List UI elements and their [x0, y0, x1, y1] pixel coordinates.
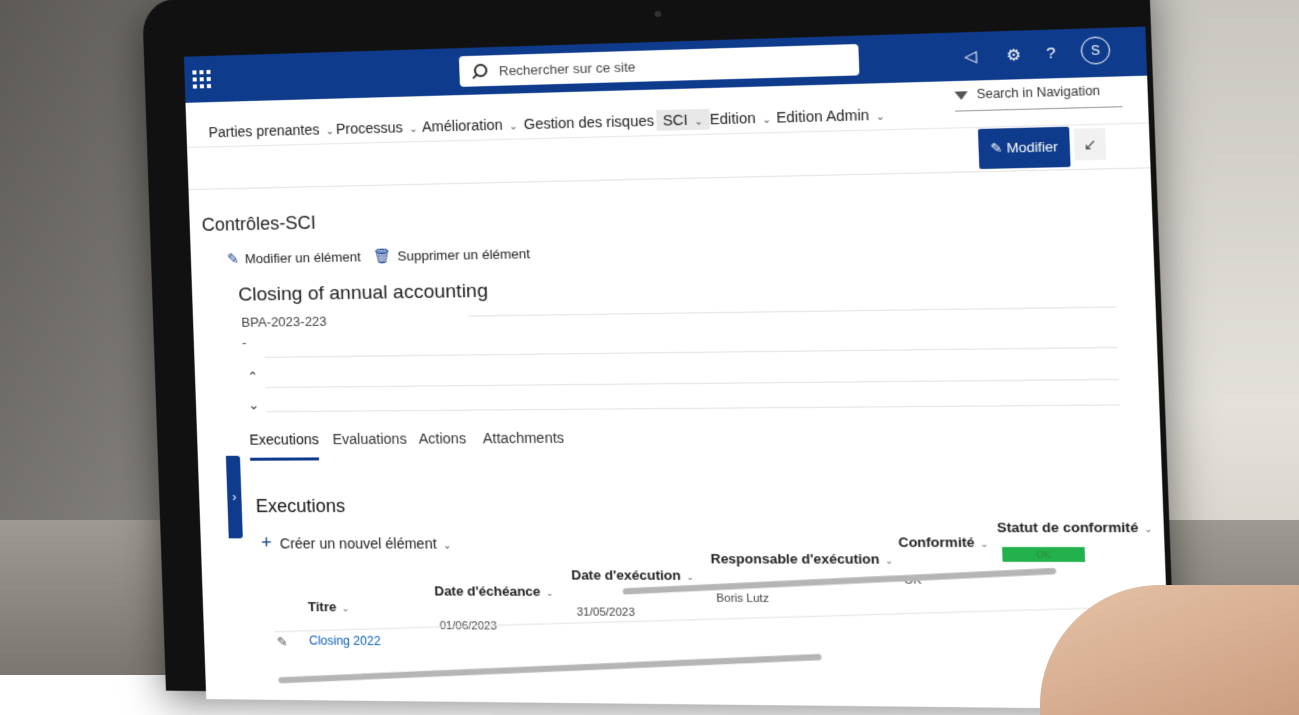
column-header-date-echeance[interactable]: Date d'échéance ⌄ [434, 583, 554, 599]
edit-row-icon[interactable]: ✎ [276, 634, 288, 650]
horizontal-scrollbar[interactable] [278, 653, 822, 684]
help-icon[interactable]: ? [1046, 44, 1056, 62]
header-divider [188, 167, 1151, 191]
filter-icon [954, 91, 968, 100]
status-badge: OK [1002, 546, 1086, 562]
chevron-down-icon: ⌄ [341, 603, 350, 614]
search-in-navigation-label: Search in Navigation [976, 83, 1101, 102]
collapse-icon: ↙ [1083, 135, 1097, 153]
pencil-icon: ✎ [226, 250, 240, 267]
tab-attachments[interactable]: Attachments [482, 429, 564, 446]
chevron-down-icon: ⌄ [508, 121, 518, 133]
chevron-down-icon: ⌄ [693, 116, 704, 128]
laptop-frame: Rechercher sur ce site ◁ ⚙ ? S Search in… [142, 0, 1176, 710]
tab-executions[interactable]: Executions [249, 431, 320, 461]
column-header-label: Date d'échéance [434, 583, 541, 600]
megaphone-icon[interactable]: ◁ [964, 47, 977, 66]
row-date-execution: 31/05/2023 [576, 606, 636, 620]
delete-item-label: Supprimer un élément [397, 245, 531, 264]
column-header-label: Conformité [898, 534, 975, 551]
waffle-icon[interactable] [192, 69, 212, 89]
field-divider [468, 306, 1117, 317]
nav-item-label: Parties prenantes [208, 121, 320, 141]
column-header-titre[interactable]: Titre ⌄ [308, 599, 350, 614]
nav-item-amelioration[interactable]: Amélioration ⌄ [421, 116, 518, 135]
nav-item-parties-prenantes[interactable]: Parties prenantes ⌄ [208, 121, 334, 140]
modifier-button-label: Modifier [1006, 138, 1059, 156]
site-search-box[interactable]: Rechercher sur ce site [458, 43, 860, 87]
chevron-down-icon: ⌄ [875, 111, 886, 124]
chevron-down-icon: ⌄ [442, 540, 452, 552]
trash-icon: 🗑 [372, 247, 392, 265]
item-description: - [241, 334, 247, 351]
nav-item-processus[interactable]: Processus ⌄ [336, 119, 418, 137]
modifier-button[interactable]: ✎ Modifier [977, 126, 1071, 170]
nav-item-label: Processus [335, 119, 404, 138]
field-divider [266, 404, 1120, 413]
edit-item-label: Modifier un élément [244, 249, 362, 267]
pencil-icon: ✎ [990, 139, 1007, 157]
column-header-label: Responsable d'exécution [710, 550, 880, 567]
nav-item-edition[interactable]: Edition ⌄ [709, 109, 772, 128]
chevron-right-icon: › [232, 490, 237, 505]
nav-item-gestion-des-risques[interactable]: Gestion des risques⌄ [523, 112, 669, 132]
column-header-date-execution[interactable]: Date d'exécution ⌄ [571, 567, 694, 583]
row-responsable: Boris Lutz [716, 592, 770, 606]
laptop-camera [654, 10, 662, 18]
column-header-label: Date d'exécution [570, 567, 682, 584]
column-header-responsable[interactable]: Responsable d'exécution ⌄ [710, 551, 893, 567]
nav-item-label: Edition Admin [776, 106, 870, 126]
chevron-down-icon: ⌄ [325, 125, 335, 138]
item-title: Closing of annual accounting [238, 280, 489, 306]
column-header-statut[interactable]: Statut de conformité ⌄ [997, 519, 1153, 535]
delete-item-command[interactable]: 🗑 Supprimer un élément [373, 245, 531, 265]
list-title: Contrôles-SCI [201, 212, 317, 235]
expand-side-panel-button[interactable]: › [225, 455, 243, 539]
nav-item-label: Amélioration [421, 116, 503, 135]
nav-item-label: Edition [709, 109, 756, 128]
search-icon [473, 63, 488, 78]
new-item-button[interactable]: + Créer un nouvel élément ⌄ [261, 532, 452, 553]
chevron-down-icon: ⌄ [545, 587, 554, 599]
collapse-header-button[interactable]: ↙ [1073, 127, 1107, 161]
gear-icon[interactable]: ⚙ [1006, 45, 1022, 64]
chevron-down-icon: ⌄ [762, 114, 772, 127]
search-in-navigation[interactable]: Search in Navigation [954, 82, 1123, 112]
avatar[interactable]: S [1080, 36, 1111, 65]
laptop-screen: Rechercher sur ce site ◁ ⚙ ? S Search in… [183, 26, 1171, 710]
row-divider [274, 606, 1128, 633]
field-divider [265, 378, 1119, 389]
row-titre-link[interactable]: Closing 2022 [309, 633, 381, 648]
chevron-up-icon[interactable]: ⌃ [247, 369, 259, 385]
chevron-down-icon: ⌄ [408, 123, 418, 136]
plus-icon: + [260, 532, 273, 553]
chevron-down-icon[interactable]: ⌄ [248, 397, 260, 413]
nav-item-label: SCI [662, 111, 688, 129]
column-header-label: Titre [307, 599, 337, 615]
chevron-down-icon: ⌄ [884, 555, 894, 566]
edit-item-command[interactable]: ✎ Modifier un élément [227, 248, 361, 268]
column-header-conformite[interactable]: Conformité ⌄ [898, 534, 989, 550]
chevron-down-icon: ⌄ [979, 538, 989, 550]
search-input[interactable]: Rechercher sur ce site [499, 59, 636, 78]
new-item-label: Créer un nouvel élément [279, 535, 437, 552]
field-divider [264, 346, 1118, 358]
item-code: BPA-2023-223 [241, 313, 327, 330]
chevron-down-icon: ⌄ [685, 571, 695, 583]
tab-actions[interactable]: Actions [418, 430, 466, 447]
nav-item-sci[interactable]: SCI ⌄ [656, 108, 710, 131]
nav-item-label: Gestion des risques [523, 112, 655, 133]
nav-item-edition-admin[interactable]: Edition Admin ⌄ [776, 106, 885, 126]
column-header-label: Statut de conformité [996, 519, 1139, 536]
chevron-down-icon: ⌄ [1143, 523, 1153, 535]
executions-section-title: Executions [255, 495, 346, 517]
tab-evaluations[interactable]: Evaluations [332, 430, 407, 447]
